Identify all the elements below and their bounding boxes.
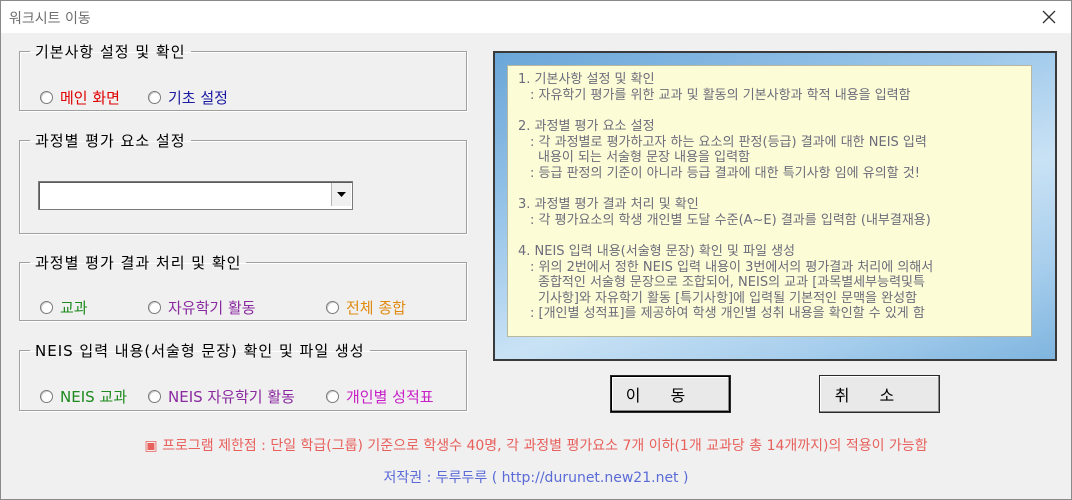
close-icon[interactable] xyxy=(1037,5,1061,29)
info-line: 종합적인 서술형 문장으로 조합되어, NEIS의 교과 [과목별세부능력및특 xyxy=(538,275,925,290)
radio-basic-settings[interactable]: 기초 설정 xyxy=(148,87,228,108)
radio-neis-free-semester[interactable]: NEIS 자유학기 활동 xyxy=(148,386,295,407)
info-section-1: 1. 기본사항 설정 및 확인 : 자유학기 평가를 위한 교과 및 활동의 기… xyxy=(518,72,1025,103)
dialog-window: 워크시트 이동 기본사항 설정 및 확인 메인 화면 기초 설정 과정별 평가 … xyxy=(0,0,1072,500)
info-line: : 자유학기 평가를 위한 교과 및 활동의 기본사항과 학적 내용을 입력함 xyxy=(530,87,911,103)
group-neis-legend: NEIS 입력 내용(서술형 문장) 확인 및 파일 생성 xyxy=(35,342,365,360)
radio-subject-label: 교과 xyxy=(60,299,88,317)
info-section-2: 2. 과정별 평가 요소 설정 : 각 과정별로 평가하고자 하는 요소의 판정… xyxy=(518,119,1025,181)
radio-free-semester-activity[interactable]: 자유학기 활동 xyxy=(148,297,256,318)
window-title: 워크시트 이동 xyxy=(9,11,91,27)
info-line: 1. 기본사항 설정 및 확인 xyxy=(518,72,655,87)
radio-overall-summary[interactable]: 전체 종합 xyxy=(326,297,406,318)
dialog-client: 기본사항 설정 및 확인 메인 화면 기초 설정 과정별 평가 요소 설정 과정… xyxy=(1,33,1071,499)
radio-neis-subject-label: NEIS 교과 xyxy=(60,388,128,406)
info-line: 2. 과정별 평가 요소 설정 xyxy=(518,119,655,134)
info-line: 3. 과정별 평가 결과 처리 및 확인 xyxy=(518,197,699,212)
radio-main-screen-label: 메인 화면 xyxy=(60,89,120,107)
info-line: 내용이 되는 서술형 문장 내용을 입력함 xyxy=(538,150,751,165)
radio-indicator xyxy=(40,91,53,104)
radio-indicator xyxy=(148,301,161,314)
info-text-box: 1. 기본사항 설정 및 확인 : 자유학기 평가를 위한 교과 및 활동의 기… xyxy=(507,65,1032,337)
radio-indicator xyxy=(148,91,161,104)
program-limitations-notice: ▣ 프로그램 제한점 : 단일 학급(그룹) 기준으로 학생수 40명, 각 과… xyxy=(144,438,928,454)
info-section-4: 4. NEIS 입력 내용(서술형 문장) 확인 및 파일 생성 : 위의 2번… xyxy=(518,244,1025,322)
radio-indicator xyxy=(326,301,339,314)
info-line: : [개인별 성적표]를 제공하여 학생 개인별 성취 내용을 확인할 수 있게… xyxy=(530,306,925,321)
group-basic-legend: 기본사항 설정 및 확인 xyxy=(35,43,186,61)
copyright-text: 저작권 : 두루두루 ( http://durunet.new21.net ) xyxy=(383,470,689,486)
info-panel: 1. 기본사항 설정 및 확인 : 자유학기 평가를 위한 교과 및 활동의 기… xyxy=(493,51,1057,361)
radio-subject[interactable]: 교과 xyxy=(40,297,88,318)
info-line: 4. NEIS 입력 내용(서술형 문장) 확인 및 파일 생성 xyxy=(518,244,795,259)
info-line: : 위의 2번에서 정한 NEIS 입력 내용이 3번에서의 평가결과 처리에 … xyxy=(530,259,934,275)
radio-indicator xyxy=(148,390,161,403)
radio-indicator xyxy=(40,301,53,314)
group-evaluation-results: 과정별 평가 결과 처리 및 확인 교과 자유학기 활동 전체 종합 xyxy=(19,252,467,321)
info-line: 기사항]와 자유학기 활동 [특기사항]에 입력될 기본적인 문맥을 완성함 xyxy=(538,290,918,306)
group-basic-settings: 기본사항 설정 및 확인 메인 화면 기초 설정 xyxy=(19,41,467,111)
info-line: : 각 평가요소의 학생 개인별 도달 수준(A~E) 결과를 입력함 (내부결… xyxy=(530,212,931,228)
chevron-down-icon xyxy=(337,191,346,197)
evaluation-element-combobox[interactable] xyxy=(38,181,353,210)
group-elements-legend: 과정별 평가 요소 설정 xyxy=(35,132,186,150)
group-neis-output: NEIS 입력 내용(서술형 문장) 확인 및 파일 생성 NEIS 교과 NE… xyxy=(19,340,467,411)
radio-main-screen[interactable]: 메인 화면 xyxy=(40,87,120,108)
info-section-3: 3. 과정별 평가 결과 처리 및 확인 : 각 평가요소의 학생 개인별 도달… xyxy=(518,197,1025,228)
radio-indicator xyxy=(40,390,53,403)
radio-neis-free-semester-label: NEIS 자유학기 활동 xyxy=(168,388,295,406)
title-bar: 워크시트 이동 xyxy=(1,1,1071,33)
radio-overall-summary-label: 전체 종합 xyxy=(346,299,406,317)
combo-dropdown-button[interactable] xyxy=(331,183,351,206)
radio-individual-report[interactable]: 개인별 성적표 xyxy=(326,386,434,407)
group-evaluation-elements: 과정별 평가 요소 설정 xyxy=(19,130,467,234)
move-button[interactable]: 이동 xyxy=(610,375,731,413)
radio-indicator xyxy=(326,390,339,403)
group-results-legend: 과정별 평가 결과 처리 및 확인 xyxy=(35,254,242,272)
info-line: : 각 과정별로 평가하고자 하는 요소의 판정(등급) 결과에 대한 NEIS… xyxy=(530,134,927,150)
info-line: : 등급 판정의 기준이 아니라 등급 결과에 대한 특기사항 임에 유의할 것… xyxy=(530,165,920,181)
cancel-button[interactable]: 취소 xyxy=(819,375,940,413)
radio-neis-subject[interactable]: NEIS 교과 xyxy=(40,386,127,407)
radio-individual-report-label: 개인별 성적표 xyxy=(346,388,434,406)
radio-free-semester-activity-label: 자유학기 활동 xyxy=(168,299,256,317)
radio-basic-settings-label: 기초 설정 xyxy=(168,89,228,107)
